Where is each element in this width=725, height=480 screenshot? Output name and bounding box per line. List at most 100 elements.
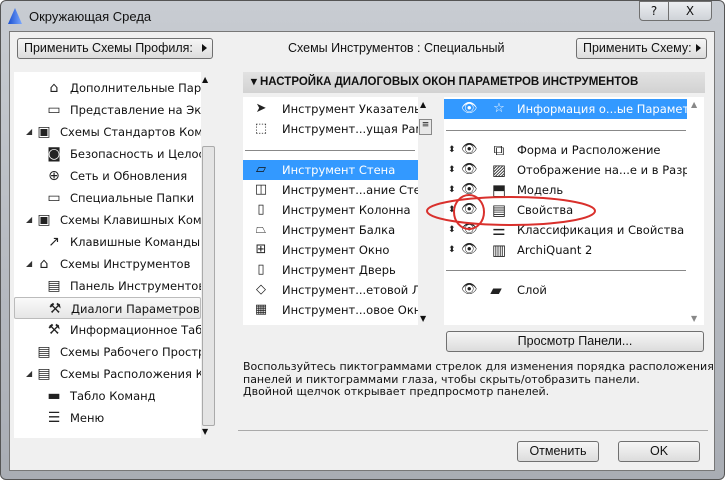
panel-item[interactable]: ⬍ 👁︎ ▥ ArchiQuant 2	[444, 240, 687, 260]
tool-label: Инструмент Окно	[282, 243, 390, 257]
tool-item[interactable]: ▱ Инструмент Стена	[243, 160, 418, 180]
tool-item[interactable]: ▯ Инструмент Колонна	[243, 200, 418, 220]
help-button[interactable]: ?	[639, 1, 669, 21]
security-icon: ◙	[47, 146, 61, 162]
tree-item[interactable]: ↗ Клавишные Команды	[14, 231, 201, 253]
tree-item[interactable]: ◢ ▤ Схемы Расположения Ком	[14, 363, 201, 385]
tree-item[interactable]: ▤ Схемы Рабочего Простран	[14, 341, 201, 363]
triangle-right-icon	[202, 44, 207, 52]
expand-triangle-icon[interactable]: ◢	[26, 363, 32, 385]
eye-icon[interactable]: 👁︎	[461, 240, 478, 260]
scroll-up-icon[interactable]: ▲	[420, 100, 426, 109]
cancel-button[interactable]: Отменить	[517, 441, 599, 462]
ok-button[interactable]: OK	[618, 441, 700, 462]
reorder-arrows-icon[interactable]: ⬍	[448, 140, 456, 160]
scroll-thumb[interactable]: ≡	[419, 119, 432, 135]
tree-item-label: Клавишные Команды	[70, 235, 201, 249]
tree-item[interactable]: ▬ Табло Команд	[14, 385, 201, 407]
model-icon: ⬒	[491, 181, 507, 199]
archiquant-icon: ▥	[491, 241, 507, 259]
panel-item[interactable]: ⬍👁︎ ▨ Отображение на...е и в Разрезе	[444, 160, 687, 180]
window-title: Окружающая Среда	[29, 9, 152, 24]
arrow-icon: ➤	[255, 101, 267, 116]
tool-label: Инструмент Дверь	[282, 263, 396, 277]
tool-label: Инструмент Колонна	[282, 203, 411, 217]
section-header[interactable]: ▾ НАСТРОЙКА ДИАЛОГОВЫХ ОКОН ПАРАМЕТРОВ И…	[243, 72, 705, 93]
panel-label: ArchiQuant 2	[517, 243, 593, 257]
eye-icon[interactable]: 👁︎	[461, 200, 478, 220]
panel-label: Классификация и Свойства	[517, 223, 685, 237]
tree-item[interactable]: ▤ Панель Инструментов	[14, 275, 201, 297]
tree-item[interactable]: ▭ Специальные Папки	[14, 187, 201, 209]
reorder-arrows-icon[interactable]: ⬍	[448, 180, 456, 200]
collapse-triangle-icon: ▾	[251, 76, 260, 88]
panel-item[interactable]: 👁︎ ☆ Информация о...ые Параметры	[444, 99, 687, 119]
eye-icon[interactable]: 👁︎	[461, 99, 478, 119]
tree-item[interactable]: ◢ ▣ Схемы Стандартов Компан	[14, 121, 201, 143]
tree-item-label: Представление на Экран	[70, 103, 201, 117]
eye-icon[interactable]: 👁︎	[461, 140, 478, 160]
tool-list-scrollbar[interactable]: ▲ ≡ ▼	[418, 97, 433, 325]
tree-item[interactable]: ▭ Представление на Экран	[14, 99, 201, 121]
scroll-thumb[interactable]	[202, 146, 215, 426]
tool-item[interactable]: ▯ Инструмент Дверь	[243, 260, 418, 280]
tree-item[interactable]: ⚒ Информационное Табло	[14, 319, 201, 341]
eye-icon[interactable]: 👁︎	[461, 280, 478, 300]
panel-item[interactable]: 👁︎ ▰ Слой	[444, 280, 687, 300]
scroll-up-icon[interactable]: ▲	[202, 75, 208, 84]
corner-window-icon: ▦	[254, 302, 268, 317]
panel-list: ▲ ▼ 👁︎ ☆ Информация о...ые Параметры ⬍ 👁︎ ⧉ Фо…	[444, 97, 704, 325]
tool-item[interactable]: ⬚ Инструмент...ущая Рамка	[243, 119, 418, 139]
panel-item[interactable]: ⬍ 👁︎ ▤ Свойства	[444, 200, 687, 220]
classification-icon: ☰	[492, 221, 506, 239]
reorder-arrows-icon[interactable]: ⬍	[448, 160, 456, 180]
tree-item[interactable]: ⊕ Сеть и Обновления	[14, 165, 201, 187]
tool-item[interactable]: ⊞ Инструмент Окно	[243, 240, 418, 260]
panel-list-scrollbar[interactable]: ▲ ▼	[689, 97, 704, 325]
reorder-arrows-icon[interactable]: ⬍	[448, 200, 456, 220]
tool-item[interactable]: ⏢ Инструмент Балка	[243, 220, 418, 240]
star-icon: ☆	[493, 101, 505, 116]
eye-icon[interactable]: 👁︎	[461, 220, 478, 240]
expand-triangle-icon[interactable]: ◢	[26, 121, 32, 143]
tree-item[interactable]: ⌂ Дополнительные Парам	[14, 77, 201, 99]
tree-item[interactable]: ☰ Меню	[14, 407, 201, 429]
layer-icon: ▰	[490, 281, 502, 299]
door-icon: ▯	[257, 262, 265, 277]
scroll-down-icon[interactable]: ▼	[691, 314, 697, 323]
scroll-up-icon[interactable]: ▲	[691, 100, 697, 109]
apply-profile-button[interactable]: Применить Схемы Профиля:	[17, 38, 213, 59]
tree-item[interactable]: ◢ ⌂ Схемы Инструментов	[14, 253, 201, 275]
tool-item[interactable]: ➤ Инструмент Указатель	[243, 99, 418, 119]
tool-label: Инструмент Указатель	[282, 102, 418, 116]
panel-item[interactable]: ⬍ 👁︎ ☰ Классификация и Свойства	[444, 220, 687, 240]
tool-item[interactable]: ◇ Инструмент...етовой Люк	[243, 280, 418, 300]
tool-list: ▲ ≡ ▼ ➤ Инструмент Указатель ⬚ Инструмент..…	[243, 97, 433, 325]
eye-icon[interactable]: 👁︎	[461, 160, 478, 180]
tool-label: Инструмент...етовой Люк	[282, 283, 418, 297]
close-button[interactable]: X	[668, 1, 712, 21]
tool-item[interactable]: ◫ Инструмент...ание Стены	[243, 180, 418, 200]
scroll-down-icon[interactable]: ▼	[202, 427, 208, 436]
expand-triangle-icon[interactable]: ◢	[26, 253, 32, 275]
tree-item-label: Схемы Рабочего Простран	[60, 345, 201, 359]
tool-label: Инструмент...ущая Рамка	[282, 122, 418, 136]
reorder-arrows-icon[interactable]: ⬍	[448, 240, 456, 260]
preview-panel-button[interactable]: Просмотр Панели...	[446, 331, 704, 352]
expand-triangle-icon[interactable]: ◢	[26, 209, 32, 231]
tree-item[interactable]: ◙ Безопасность и Целостн	[14, 143, 201, 165]
tree-scrollbar[interactable]: ▲ ▼	[201, 72, 216, 438]
apply-scheme-button[interactable]: Применить Схему:	[576, 38, 707, 59]
folder-icon: ▭	[47, 190, 61, 206]
shortcut-scheme-icon: ▣	[37, 212, 51, 228]
panel-item[interactable]: ⬍ 👁︎ ⬒ Модель	[444, 180, 687, 200]
tree-item-label: Табло Команд	[70, 389, 156, 403]
panel-item[interactable]: ⬍ 👁︎ ⧉ Форма и Расположение	[444, 140, 687, 160]
tree-item[interactable]: ◢ ▣ Схемы Клавишных Команд	[14, 209, 201, 231]
tool-item[interactable]: ▦ Инструмент...овое Окно	[243, 300, 418, 320]
scroll-down-icon[interactable]: ▼	[420, 314, 426, 323]
tool-label: Инструмент...ание Стены	[282, 183, 418, 197]
tree-item[interactable]: ⚒ Диалоги Параметров Ин	[14, 297, 201, 319]
reorder-arrows-icon[interactable]: ⬍	[448, 220, 456, 240]
eye-icon[interactable]: 👁︎	[461, 180, 478, 200]
